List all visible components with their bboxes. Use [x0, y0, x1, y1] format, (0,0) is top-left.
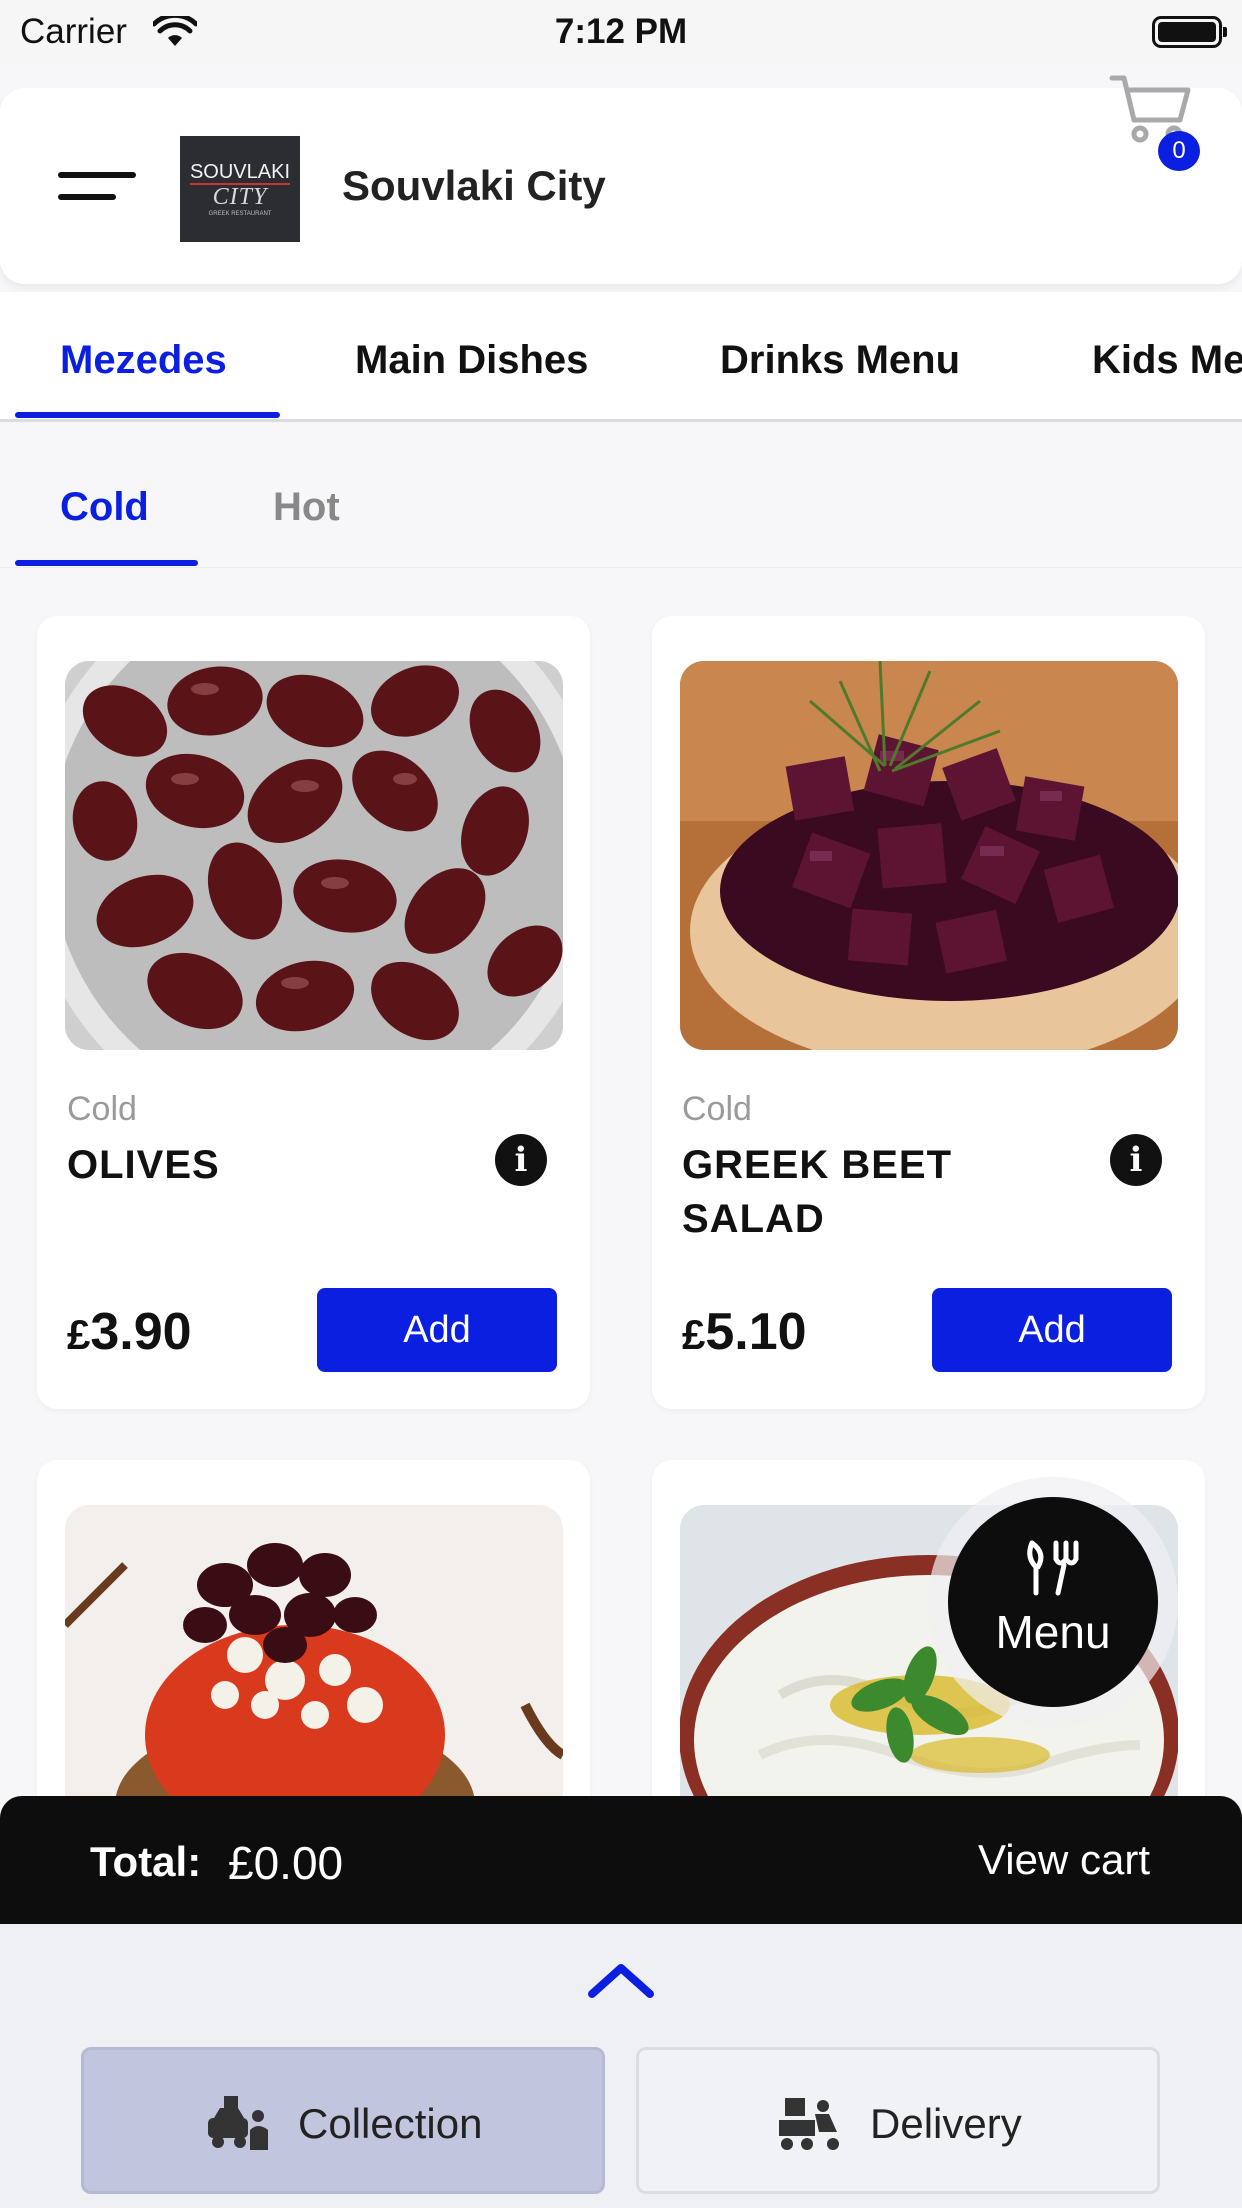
hamburger-line [58, 194, 116, 200]
total-label: Total: [90, 1838, 202, 1885]
order-mode-panel: Collection Delivery [0, 1924, 1242, 2208]
restaurant-logo: SOUVLAKI CITY GREEK RESTAURANT [180, 136, 300, 242]
battery-icon [1152, 16, 1227, 48]
currency-symbol: £ [67, 1311, 91, 1358]
info-icon[interactable]: i [495, 1134, 547, 1186]
subtab-cold[interactable]: Cold [60, 485, 149, 530]
product-price: £3.90 [67, 1302, 192, 1362]
logo-text-bot: GREEK RESTAURANT [208, 211, 272, 217]
collection-label: Collection [298, 2100, 483, 2147]
restaurant-name: Souvlaki City [342, 162, 606, 209]
product-card[interactable]: Cold OLIVES i £3.90 Add [37, 616, 590, 1409]
menu-fab-label: Menu [995, 1606, 1111, 1658]
tab-main-dishes[interactable]: Main Dishes [355, 338, 588, 383]
fork-knife-icon [1027, 1540, 1079, 1596]
tab-kids-menu[interactable]: Kids Me [1092, 338, 1242, 383]
delivery-label: Delivery [870, 2100, 1022, 2147]
menu-fab-button[interactable]: Menu [948, 1497, 1158, 1707]
view-cart-button[interactable]: View cart [978, 1836, 1150, 1884]
cart-total-bar: Total: £0.00 View cart [0, 1796, 1242, 1924]
tab-mezedes[interactable]: Mezedes [60, 338, 227, 383]
product-name: GREEK BEET SALAD [682, 1143, 953, 1241]
currency-symbol: £ [682, 1311, 706, 1358]
info-icon[interactable]: i [1110, 1134, 1162, 1186]
product-name: OLIVES [67, 1143, 220, 1187]
delivery-button[interactable]: Delivery [636, 2047, 1160, 2194]
logo-text-mid: CITY [212, 184, 268, 210]
subtab-active-indicator [15, 560, 198, 566]
status-bar: Carrier 7:12 PM [0, 0, 1242, 62]
product-image-greek-beet-salad [680, 661, 1178, 1050]
chevron-up-icon[interactable] [588, 1960, 654, 2000]
product-category: Cold [67, 1090, 137, 1128]
clock: 7:12 PM [554, 12, 688, 51]
collection-button[interactable]: Collection [81, 2047, 605, 2194]
subcategory-tabs: Cold Hot [0, 425, 1242, 568]
product-price: £5.10 [682, 1302, 807, 1362]
hamburger-line [58, 172, 136, 178]
product-image-olives [65, 661, 563, 1050]
price-value: 3.90 [90, 1303, 192, 1361]
tab-drinks-menu[interactable]: Drinks Menu [720, 338, 960, 383]
subtab-hot[interactable]: Hot [273, 485, 340, 530]
add-to-cart-button[interactable]: Add [317, 1288, 557, 1372]
total-amount: £0.00 [228, 1837, 344, 1889]
product-card[interactable]: Cold GREEK BEET SALAD i £5.10 Add [652, 616, 1205, 1409]
product-category: Cold [682, 1090, 752, 1128]
collection-icon [208, 2096, 268, 2150]
category-tabs: Mezedes Main Dishes Drinks Menu Kids Me [0, 292, 1242, 422]
tab-active-indicator [15, 412, 280, 418]
price-value: 5.10 [705, 1303, 807, 1361]
logo-text-top: SOUVLAKI [189, 161, 291, 185]
delivery-icon [779, 2098, 839, 2150]
cart-count-badge: 0 [1158, 131, 1200, 171]
app-header: SOUVLAKI CITY GREEK RESTAURANT Souvlaki … [0, 88, 1242, 284]
add-to-cart-button[interactable]: Add [932, 1288, 1172, 1372]
menu-toggle-button[interactable] [58, 172, 136, 208]
